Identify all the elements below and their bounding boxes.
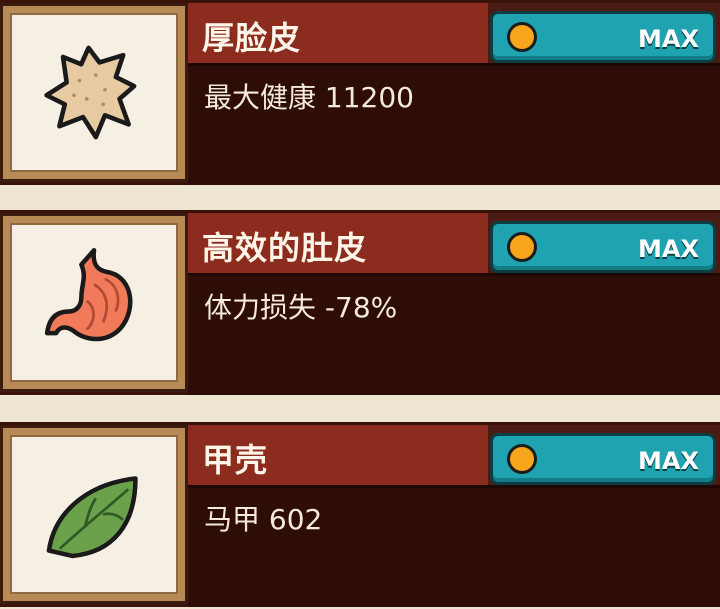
stat-text: 最大健康 11200: [204, 81, 414, 114]
icon-frame: [0, 425, 188, 604]
upgrade-card: 厚脸皮 MAX 最大健康 11200: [0, 0, 720, 185]
max-label: MAX: [638, 447, 699, 475]
max-label: MAX: [638, 235, 699, 263]
stat-panel: 体力损失 -78%: [188, 273, 720, 395]
upgrade-list: 厚脸皮 MAX 最大健康 11200 高效的肚皮 MAX 体力损失 -78% 甲…: [0, 0, 720, 609]
coin-icon: [507, 444, 537, 474]
title-bar: 厚脸皮: [188, 3, 488, 63]
stat-panel: 马甲 602: [188, 485, 720, 607]
upgrade-card: 甲壳 MAX 马甲 602: [0, 422, 720, 607]
title-bar: 高效的肚皮: [188, 213, 488, 273]
upgrade-card: 高效的肚皮 MAX 体力损失 -78%: [0, 210, 720, 395]
skin-hide-icon: [10, 13, 178, 172]
item-title: 甲壳: [202, 441, 269, 479]
max-button[interactable]: MAX: [490, 433, 716, 485]
coin-icon: [507, 232, 537, 262]
leaf-shell-icon: [10, 435, 178, 594]
max-button[interactable]: MAX: [490, 11, 716, 63]
coin-icon: [507, 22, 537, 52]
icon-frame: [0, 3, 188, 182]
max-button[interactable]: MAX: [490, 221, 716, 273]
stat-text: 体力损失 -78%: [204, 291, 398, 324]
icon-frame: [0, 213, 188, 392]
stomach-icon: [10, 223, 178, 382]
title-bar: 甲壳: [188, 425, 488, 485]
stat-text: 马甲 602: [204, 503, 323, 536]
stat-panel: 最大健康 11200: [188, 63, 720, 185]
item-title: 高效的肚皮: [202, 229, 368, 267]
max-label: MAX: [638, 25, 699, 53]
item-title: 厚脸皮: [202, 19, 302, 57]
